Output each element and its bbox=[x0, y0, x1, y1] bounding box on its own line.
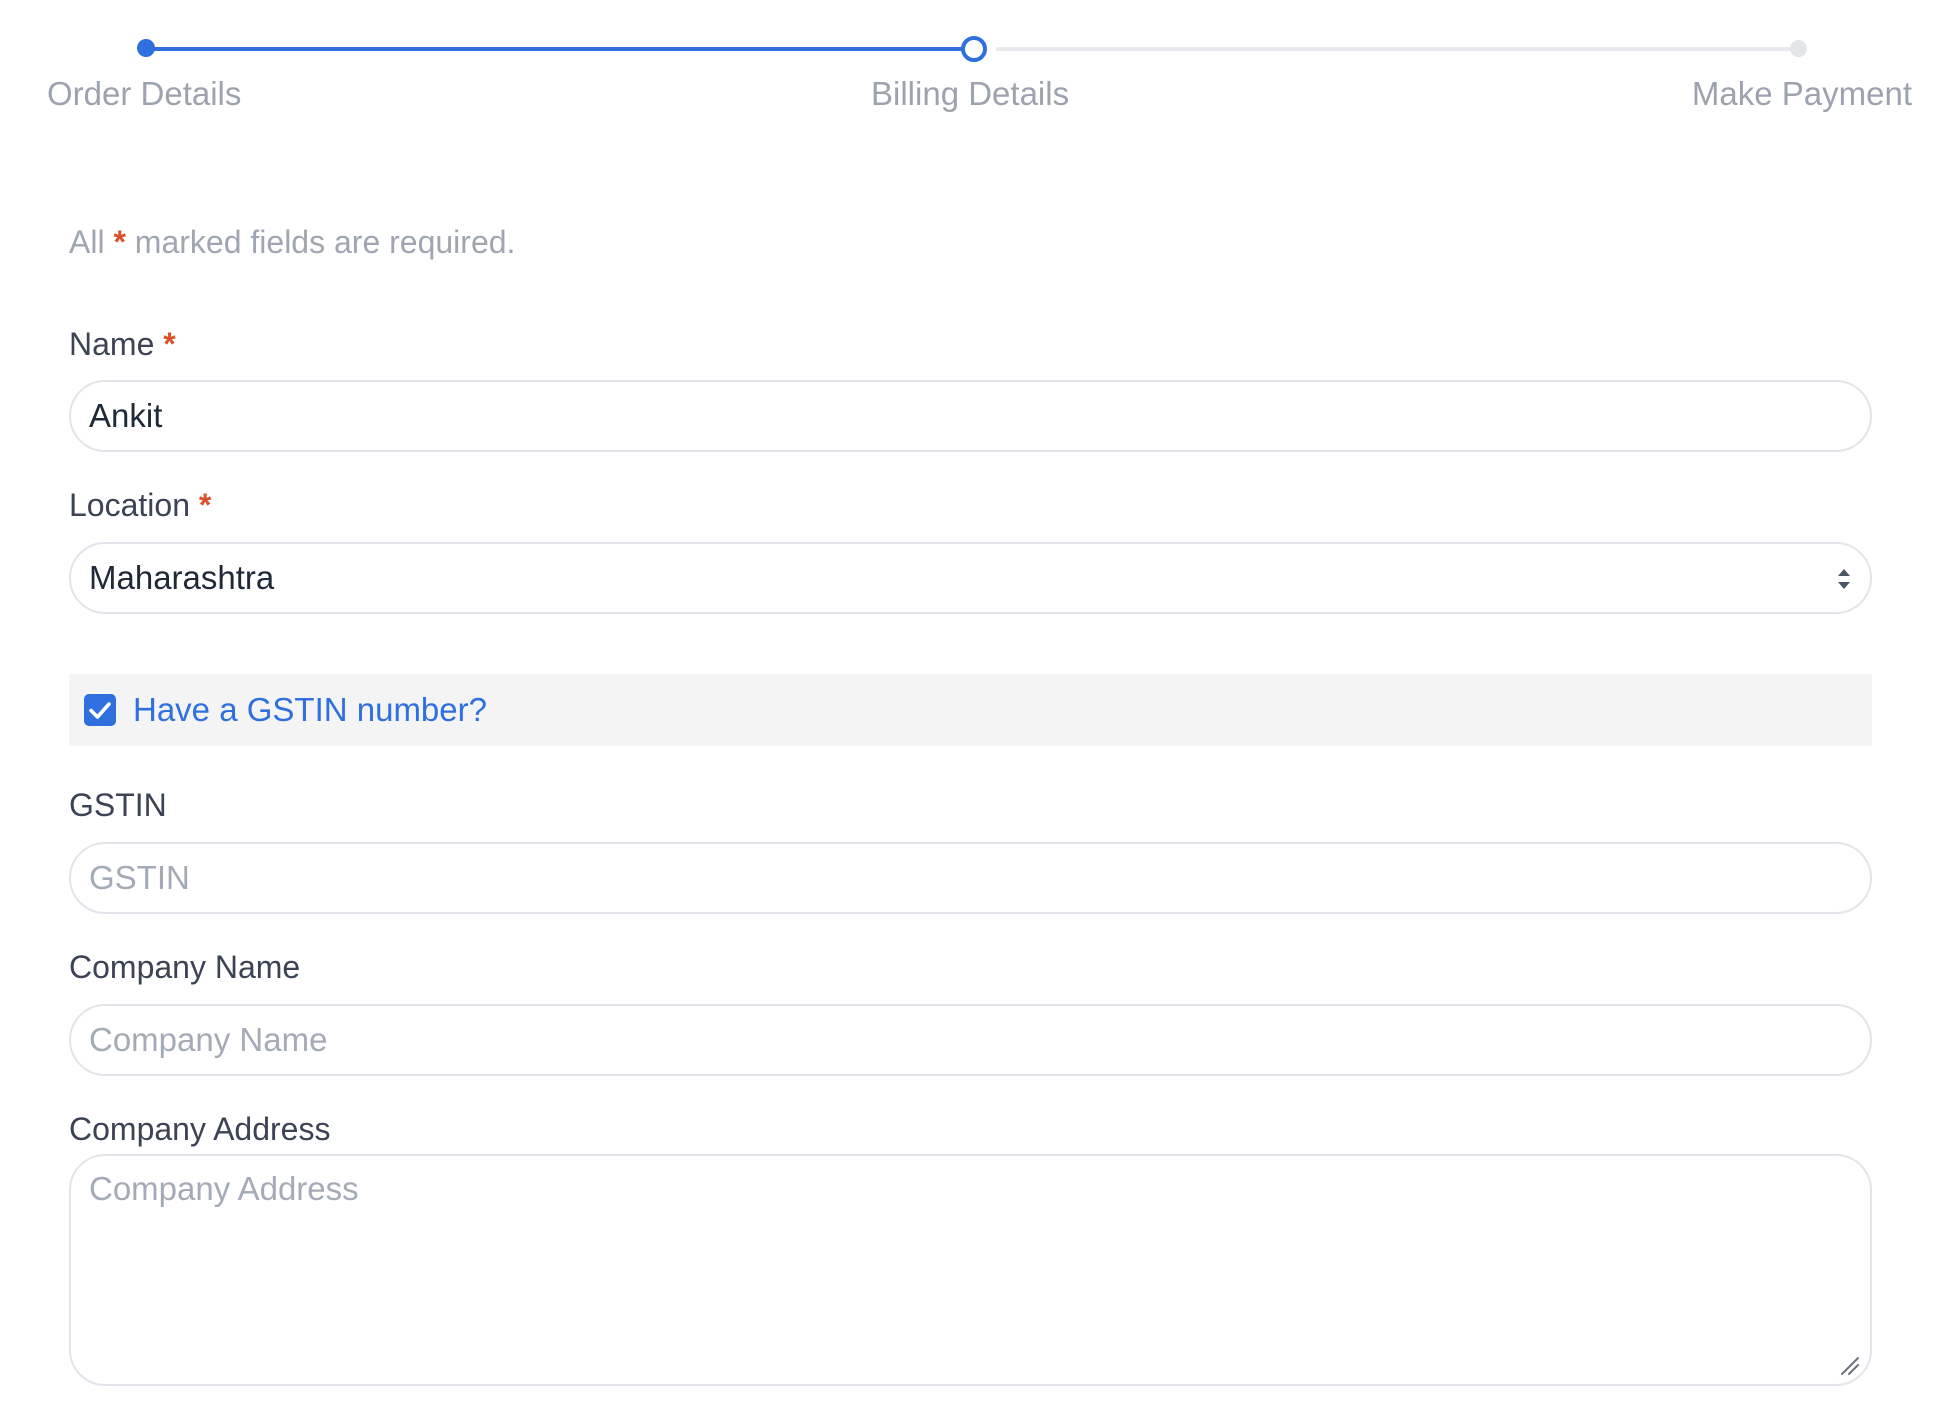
location-required-asterisk: * bbox=[198, 487, 212, 523]
location-selected-value: Maharashtra bbox=[89, 559, 275, 596]
gstin-label: GSTIN bbox=[69, 787, 167, 823]
company-address-label: Company Address bbox=[69, 1111, 331, 1147]
location-label: Location * bbox=[69, 483, 211, 527]
gstin-checkbox[interactable] bbox=[84, 694, 116, 726]
stepper-track-remaining bbox=[996, 47, 1798, 51]
name-input[interactable] bbox=[69, 380, 1872, 452]
name-required-asterisk: * bbox=[163, 326, 176, 362]
progress-stepper: Order Details Billing Details Make Payme… bbox=[0, 0, 1936, 140]
gstin-checkbox-label[interactable]: Have a GSTIN number? bbox=[133, 688, 487, 732]
step-order-details-label[interactable]: Order Details bbox=[47, 74, 241, 114]
stepper-track-completed bbox=[146, 47, 972, 51]
location-select[interactable]: Maharashtra bbox=[69, 542, 1872, 614]
step-order-details-dot[interactable] bbox=[137, 39, 155, 57]
step-billing-details-dot[interactable] bbox=[961, 36, 987, 62]
name-label-text: Name bbox=[69, 326, 155, 362]
required-asterisk: * bbox=[113, 224, 126, 260]
required-note-prefix: All bbox=[69, 224, 105, 260]
location-label-text: Location bbox=[69, 487, 190, 523]
select-arrows-icon bbox=[1838, 569, 1850, 589]
step-make-payment-label: Make Payment bbox=[1691, 75, 1912, 112]
company-name-label: Company Name bbox=[69, 949, 301, 985]
required-note-suffix: marked fields are required. bbox=[134, 224, 516, 260]
gstin-input[interactable] bbox=[69, 842, 1872, 914]
step-billing-details-label[interactable]: Billing Details bbox=[871, 74, 1069, 114]
company-address-textarea[interactable] bbox=[69, 1154, 1872, 1386]
required-fields-note: All * marked fields are required. bbox=[69, 220, 515, 264]
name-label: Name * bbox=[69, 322, 176, 366]
resize-handle-icon[interactable] bbox=[1840, 1356, 1860, 1376]
company-name-input[interactable] bbox=[69, 1004, 1872, 1076]
check-icon bbox=[89, 702, 111, 719]
gstin-toggle-row[interactable]: Have a GSTIN number? bbox=[69, 674, 1872, 746]
step-make-payment-dot bbox=[1790, 40, 1807, 57]
